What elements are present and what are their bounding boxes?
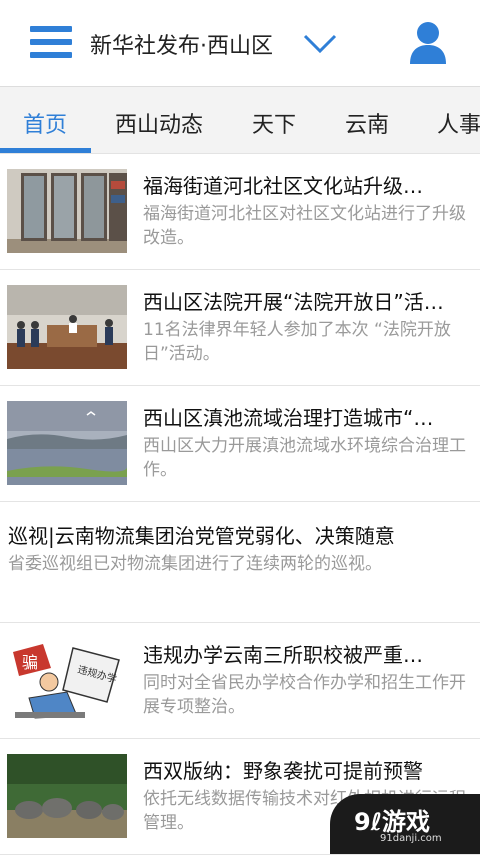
article-summary: 福海街道河北社区对社区文化站进行了升级改造。 [143, 204, 466, 248]
tab-home[interactable]: 首页 [23, 107, 67, 139]
news-item[interactable]: 骗 违规办学 违规办学云南三所职校被严重… 同时对全省民办学校合作办学和招生工作… [0, 623, 480, 739]
cartoon-sign-text: 骗 [22, 653, 38, 672]
watermark-url: 91danji.com [380, 833, 442, 844]
article-thumbnail [7, 754, 127, 838]
news-list: 福海街道河北社区文化站升级… 福海街道河北社区对社区文化站进行了升级改造。 西山… [0, 154, 480, 855]
chevron-down-icon[interactable] [302, 30, 338, 56]
user-icon[interactable] [408, 20, 448, 64]
article-headline: 福海街道河北社区文化站升级… [143, 174, 423, 198]
page-title: 新华社发布·西山区 [90, 34, 273, 59]
news-item[interactable]: 福海街道河北社区文化站升级… 福海街道河北社区对社区文化站进行了升级改造。 [0, 154, 480, 270]
article-thumbnail [7, 169, 127, 253]
article-headline: 西双版纳：野象袭扰可提前预警 [143, 759, 423, 783]
active-tab-indicator [0, 148, 91, 153]
article-summary: 省委巡视组已对物流集团进行了连续两轮的巡视。 [8, 554, 382, 574]
news-item[interactable]: 西山区法院开展“法院开放日”活… 11名法律界年轻人参加了本次 “法院开放日”活… [0, 270, 480, 386]
news-item[interactable]: 巡视|云南物流集团治党管党弱化、决策随意 省委巡视组已对物流集团进行了连续两轮的… [0, 502, 480, 623]
article-thumbnail [7, 401, 127, 485]
category-tabs: 首页 西山动态 天下 云南 人事 [0, 87, 480, 154]
news-item[interactable]: 西山区滇池流域治理打造城市“… 西山区大力开展滇池流域水环境综合治理工作。 [0, 386, 480, 502]
article-summary: 11名法律界年轻人参加了本次 “法院开放日”活动。 [143, 320, 451, 364]
menu-icon[interactable] [30, 26, 72, 58]
article-headline: 西山区滇池流域治理打造城市“… [143, 406, 434, 430]
tab-yunnan[interactable]: 云南 [345, 107, 389, 139]
watermark-logo-text: 9ℓ游戏 [354, 808, 431, 836]
article-headline: 违规办学云南三所职校被严重… [143, 643, 423, 667]
site-watermark: 9ℓ游戏 91danji.com [330, 794, 480, 854]
app-header: 新华社发布·西山区 [0, 0, 480, 87]
article-headline: 巡视|云南物流集团治党管党弱化、决策随意 [8, 524, 395, 548]
tab-xishan-news[interactable]: 西山动态 [115, 107, 203, 139]
article-thumbnail: 骗 违规办学 [7, 638, 127, 722]
article-thumbnail [7, 285, 127, 369]
article-summary: 西山区大力开展滇池流域水环境综合治理工作。 [143, 436, 466, 480]
tab-world[interactable]: 天下 [252, 107, 296, 139]
article-summary: 同时对全省民办学校合作办学和招生工作开展专项整治。 [143, 673, 466, 717]
article-headline: 西山区法院开展“法院开放日”活… [143, 290, 444, 314]
tab-personnel[interactable]: 人事 [437, 107, 480, 139]
